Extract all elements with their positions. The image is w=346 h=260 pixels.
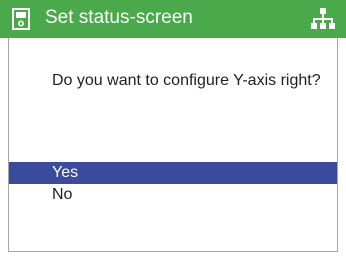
confirm-dialog: Do you want to configure Y-axis right? Y… [8, 38, 338, 252]
option-no[interactable]: No [9, 184, 337, 206]
dialog-question: Do you want to configure Y-axis right? [52, 72, 321, 89]
network-icon[interactable] [311, 7, 335, 31]
title-bar: Set status-screen [0, 0, 346, 38]
status-screen-window: Set status-screen Do you want to configu… [0, 0, 346, 260]
option-yes[interactable]: Yes [9, 162, 337, 184]
option-yes-label: Yes [52, 164, 79, 181]
option-no-label: No [52, 186, 73, 203]
page-title: Set status-screen [45, 7, 193, 28]
device-icon [12, 8, 30, 30]
